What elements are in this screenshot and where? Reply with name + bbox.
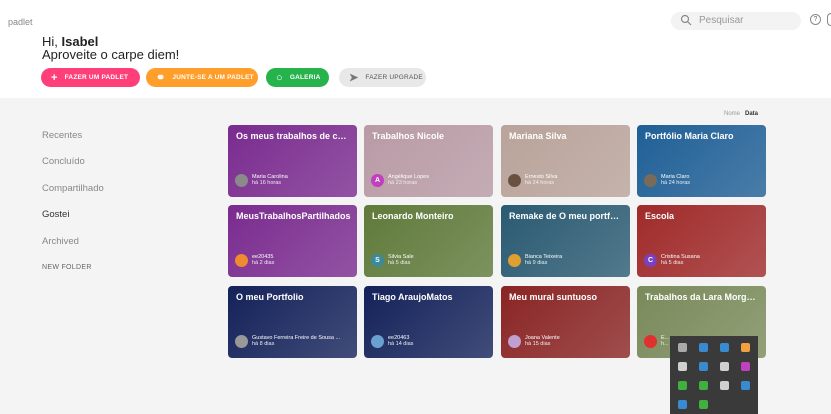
avatar xyxy=(235,174,248,187)
sidebar-item-compartilhado[interactable]: Compartilhado xyxy=(42,183,104,194)
avatar xyxy=(235,335,248,348)
avatar xyxy=(508,174,521,187)
padlet-time: há 23 horas xyxy=(388,180,418,186)
padlet-title: Meu mural suntuoso xyxy=(509,292,598,302)
padlet-time: h... xyxy=(661,341,669,347)
make-padlet-label: FAZER UM PADLET xyxy=(64,74,129,81)
padlet-title: O meu Portfolio xyxy=(236,292,304,302)
padlet-title: Os meus trabalhos de casa xyxy=(236,131,351,141)
app-icon[interactable] xyxy=(699,400,708,409)
padlet-title: Trabalhos Nicole xyxy=(372,131,445,141)
new-folder-button[interactable]: NEW FOLDER xyxy=(42,264,92,271)
avatar xyxy=(508,335,521,348)
padlet-logo[interactable]: padlet xyxy=(8,17,33,27)
sidebar-item-archived[interactable]: Archived xyxy=(42,236,79,247)
upgrade-button[interactable]: ➤ FAZER UPGRADE xyxy=(339,68,426,87)
avatar xyxy=(508,254,521,267)
search-input[interactable]: Pesquisar xyxy=(671,12,801,30)
padlet-card[interactable]: Mariana Silva Ernesto Silva há 24 horas xyxy=(501,125,630,197)
padlet-title: Tiago AraujoMatos xyxy=(372,292,453,302)
plus-icon: + xyxy=(51,71,58,84)
padlet-time: há 9 dias xyxy=(525,260,548,266)
gallery-label: GALERIA xyxy=(289,74,321,81)
app-icon[interactable] xyxy=(699,381,708,390)
padlet-card[interactable]: Meu mural suntuoso Joana Valente há 15 dia… xyxy=(501,286,630,358)
padlet-time: há 14 dias xyxy=(388,341,414,347)
app-icon[interactable] xyxy=(720,362,729,371)
avatar xyxy=(371,335,384,348)
padlet-title: Remake de O meu portfólio xyxy=(509,211,624,221)
app-icon[interactable] xyxy=(699,362,708,371)
app-icon[interactable] xyxy=(678,400,687,409)
padlet-time: há 24 horas xyxy=(661,180,691,186)
padlet-card[interactable]: MeusTrabalhosPartilhados ee20435 há 2 dias xyxy=(228,205,357,277)
sort-options: Nome Data xyxy=(724,111,763,117)
app-icon[interactable] xyxy=(720,381,729,390)
padlet-title: Portfólio Maria Claro xyxy=(645,131,734,141)
help-icon[interactable]: ? xyxy=(810,14,821,25)
padlet-title: Leonardo Monteiro xyxy=(372,211,454,221)
bluetooth-icon[interactable] xyxy=(720,343,729,352)
padlet-card[interactable]: Os meus trabalhos de casa Maria Carolina h… xyxy=(228,125,357,197)
padlet-card[interactable]: Leonardo Monteiro S Silvia Sale há 5 dias xyxy=(364,205,493,277)
avatar: C xyxy=(644,254,657,267)
gallery-button[interactable]: ○ GALERIA xyxy=(266,68,329,87)
app-icon[interactable] xyxy=(678,343,687,352)
app-icon[interactable] xyxy=(678,362,687,371)
padlet-card[interactable]: Portfólio Maria Claro Maria Claro há 24 ho… xyxy=(637,125,766,197)
padlet-time: há 24 horas xyxy=(525,180,555,186)
padlet-time: há 8 dias xyxy=(252,341,275,347)
padlet-title: Escola xyxy=(645,211,675,221)
search-icon xyxy=(680,14,692,26)
padlet-time: há 15 dias xyxy=(525,341,551,347)
join-padlet-label: JUNTE-SE A UM PADLET xyxy=(172,74,254,81)
search-placeholder: Pesquisar xyxy=(699,15,744,26)
make-padlet-button[interactable]: + FAZER UM PADLET xyxy=(41,68,140,87)
upgrade-label: FAZER UPGRADE xyxy=(365,74,423,81)
app-icon[interactable] xyxy=(678,381,687,390)
system-tray-popup xyxy=(670,336,758,414)
padlet-title: Trabalhos da Lara Morgado xyxy=(645,292,760,302)
sidebar-item-concluido[interactable]: Concluído xyxy=(42,156,85,167)
app-icon[interactable] xyxy=(741,381,750,390)
tagline: Aproveite o carpe diem! xyxy=(42,47,180,62)
padlet-card[interactable]: Trabalhos Nicole A Angélique Lopes há 23 ho… xyxy=(364,125,493,197)
header: padlet Hi, Isabel Aproveite o carpe diem… xyxy=(0,0,831,98)
padlet-card[interactable]: Remake de O meu portfólio Bianca Teixeira… xyxy=(501,205,630,277)
sidebar-item-gostei[interactable]: Gostei xyxy=(42,209,69,220)
padlet-time: há 5 dias xyxy=(388,260,411,266)
padlet-card[interactable]: Tiago AraujoMatos ee20463 há 14 dias xyxy=(364,286,493,358)
link-icon: ⚭ xyxy=(156,72,166,84)
avatar: A xyxy=(371,174,384,187)
padlet-time: há 16 horas xyxy=(252,180,282,186)
padlet-card[interactable]: Escola C Cristina Susana há 5 dias xyxy=(637,205,766,277)
app-icon[interactable] xyxy=(699,343,708,352)
account-icon[interactable] xyxy=(827,13,831,26)
lightbulb-icon: ○ xyxy=(276,71,283,84)
avatar xyxy=(235,254,248,267)
sidebar-item-recentes[interactable]: Recentes xyxy=(42,130,82,141)
padlet-time: há 2 dias xyxy=(252,260,275,266)
app-icon[interactable] xyxy=(741,343,750,352)
sort-by-date[interactable]: Data xyxy=(745,111,758,117)
padlet-title: Mariana Silva xyxy=(509,131,567,141)
join-padlet-button[interactable]: ⚭ JUNTE-SE A UM PADLET xyxy=(146,68,258,87)
padlet-card[interactable]: O meu Portfolio Gustavo Ferreira Freire d… xyxy=(228,286,357,358)
avatar xyxy=(644,174,657,187)
sort-by-name[interactable]: Nome xyxy=(724,111,740,117)
padlet-title: MeusTrabalhosPartilhados xyxy=(236,211,351,221)
avatar: S xyxy=(371,254,384,267)
avatar xyxy=(644,335,657,348)
padlet-time: há 5 dias xyxy=(661,260,684,266)
app-icon[interactable] xyxy=(741,362,750,371)
rocket-icon: ➤ xyxy=(349,72,359,84)
